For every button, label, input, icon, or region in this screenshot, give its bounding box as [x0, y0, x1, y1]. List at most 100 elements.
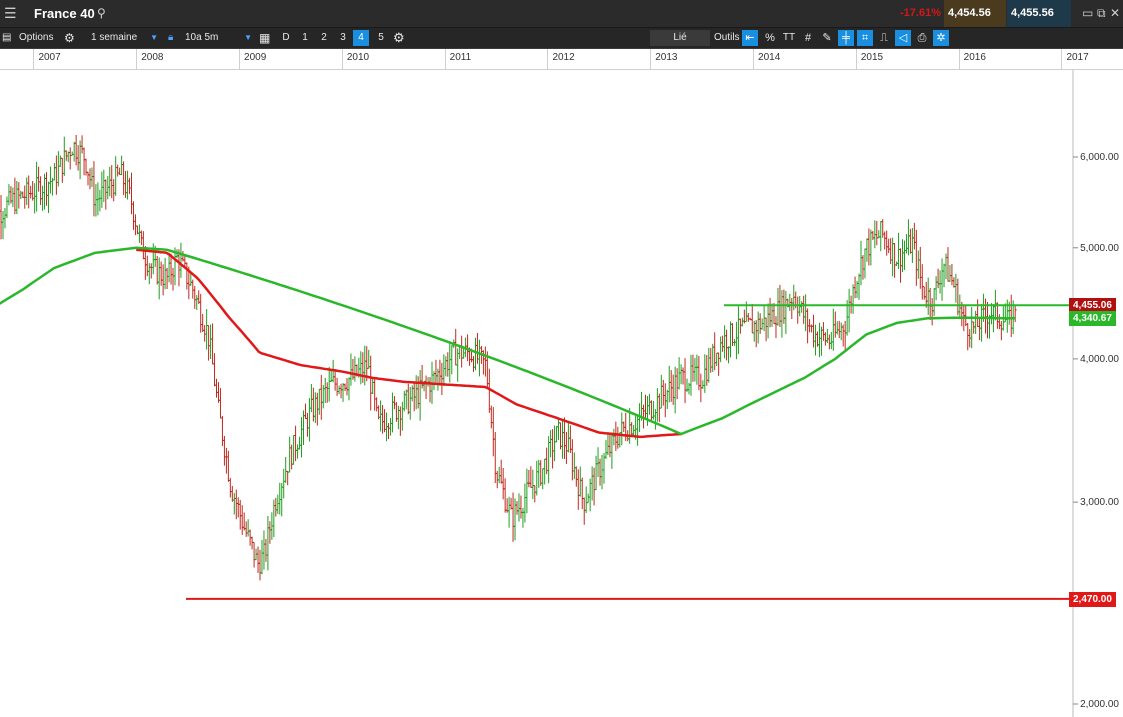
ohlc-bar	[327, 366, 331, 402]
settings-icon[interactable]: ⚙	[64, 28, 75, 48]
ohlc-bar	[165, 267, 169, 289]
ohlc-bar	[58, 155, 62, 167]
tools-settings-icon[interactable]: ✲	[933, 30, 949, 46]
ohlc-bar	[972, 321, 976, 334]
ohlc-bar	[715, 352, 719, 366]
list-icon[interactable]: ▤	[2, 28, 11, 48]
minimize-icon[interactable]: ▭	[1082, 0, 1093, 27]
grid-icon[interactable]: #	[800, 30, 816, 46]
ohlc-bar	[821, 322, 825, 341]
ohlc-bar	[725, 329, 729, 361]
ohlc-bar	[252, 541, 256, 568]
buy-price-button[interactable]: 4,455.56 ⚡	[1007, 0, 1071, 46]
ohlc-bar	[52, 163, 56, 181]
period-3[interactable]: 3	[335, 30, 351, 46]
ohlc-bar	[56, 151, 60, 187]
range-select[interactable]: 10a 5m ▼	[181, 30, 255, 46]
ohlc-bar	[817, 322, 821, 358]
print-icon[interactable]: ⎙	[914, 30, 930, 46]
candlestick-icon[interactable]: ╪	[838, 30, 854, 46]
ohlc-bar	[43, 173, 47, 210]
sell-price-button[interactable]: 4,454.56 ⚡	[944, 0, 1006, 46]
ohlc-bar	[313, 392, 317, 424]
ohlc-bar	[861, 255, 865, 280]
ohlc-bar	[460, 335, 464, 368]
ohlc-bar	[586, 493, 590, 504]
ohlc-bar	[940, 258, 944, 301]
year-tick-2016: 2016	[958, 49, 1062, 69]
percent-button[interactable]: %	[762, 30, 778, 46]
ohlc-bar	[260, 539, 264, 575]
lock-icon[interactable]: 🔒︎	[168, 28, 173, 48]
ohlc-bar	[390, 392, 394, 433]
ohlc-bar	[363, 345, 367, 386]
ohlc-bar	[693, 358, 697, 382]
period-4[interactable]: 4	[353, 30, 369, 46]
ohlc-bar	[392, 396, 396, 410]
ohlc-bar	[167, 252, 171, 283]
text-size-icon[interactable]: TT	[781, 30, 797, 46]
cursor-tool-icon[interactable]: ⇤	[742, 30, 758, 46]
price-chart[interactable]: 2,000.00 3,000.00 4,000.00 5,000.00 6,000.00	[0, 70, 1123, 717]
ohlc-bar	[230, 485, 234, 502]
ohlc-bar	[323, 377, 327, 404]
ohlc-bar	[250, 536, 254, 550]
ohlc-bar	[159, 261, 163, 286]
ohlc-bar	[205, 309, 209, 350]
period-5[interactable]: 5	[373, 30, 389, 46]
instrument-title[interactable]: France 40	[34, 0, 95, 27]
ohlc-bar	[865, 238, 869, 262]
ohlc-bar	[497, 466, 501, 484]
close-icon[interactable]: ✕	[1110, 0, 1120, 27]
gear-icon[interactable]: ⚙	[393, 28, 405, 48]
ohlc-bar	[893, 243, 897, 278]
ohlc-bar	[309, 383, 313, 413]
ohlc-bar	[491, 407, 495, 457]
ohlc-bar	[590, 466, 594, 501]
period-d[interactable]: D	[278, 30, 294, 46]
period-1[interactable]: 1	[297, 30, 313, 46]
options-button[interactable]: Options	[19, 28, 53, 48]
ohlc-bar	[157, 257, 161, 300]
tools-label[interactable]: Outils	[714, 28, 740, 48]
ohlc-bar	[966, 323, 970, 351]
ohlc-bar	[48, 166, 52, 194]
ohlc-bar	[284, 456, 288, 483]
ohlc-bar	[472, 356, 476, 372]
ohlc-bar	[802, 295, 806, 324]
ohlc-bar	[375, 397, 379, 412]
ohlc-bar	[203, 325, 207, 342]
period-2[interactable]: 2	[316, 30, 332, 46]
ohlc-bar	[122, 161, 126, 196]
ohlc-bar	[614, 421, 618, 451]
ohlc-bar	[819, 326, 823, 356]
ohlc-bar	[814, 324, 818, 356]
ohlc-bar	[651, 400, 655, 420]
indicator-icon[interactable]: ⎍	[876, 30, 892, 46]
year-tick-2009: 2009	[239, 49, 342, 69]
calendar-icon[interactable]: ▦	[259, 28, 270, 48]
interval-value: 1 semaine	[91, 32, 138, 43]
ohlc-bar	[768, 297, 772, 328]
year-tick-2014: 2014	[753, 49, 856, 69]
linked-button[interactable]: Lié	[650, 30, 710, 46]
chart-type-icon[interactable]: ⌗	[857, 30, 873, 46]
tag-icon[interactable]: ◁	[895, 30, 911, 46]
ohlc-bar	[489, 405, 493, 429]
ohlc-bar	[507, 496, 511, 528]
ohlc-bar	[418, 369, 422, 421]
ohlc-bar	[875, 220, 879, 246]
ohlc-bar	[412, 381, 416, 412]
ohlc-bar	[371, 377, 375, 395]
ohlc-bar	[835, 321, 839, 335]
ohlc-bar	[5, 196, 9, 219]
interval-select[interactable]: 1 semaine ▼	[87, 30, 161, 46]
popout-icon[interactable]: ⧉	[1097, 0, 1106, 27]
ohlc-bar	[922, 286, 926, 300]
ohlc-bar	[566, 421, 570, 453]
ohlc-bar	[242, 512, 246, 531]
menu-icon[interactable]: ☰	[4, 0, 17, 27]
search-icon[interactable]: ⚲	[97, 0, 106, 27]
ohlc-bar	[213, 353, 217, 387]
draw-tool-icon[interactable]: ✎	[819, 30, 835, 46]
